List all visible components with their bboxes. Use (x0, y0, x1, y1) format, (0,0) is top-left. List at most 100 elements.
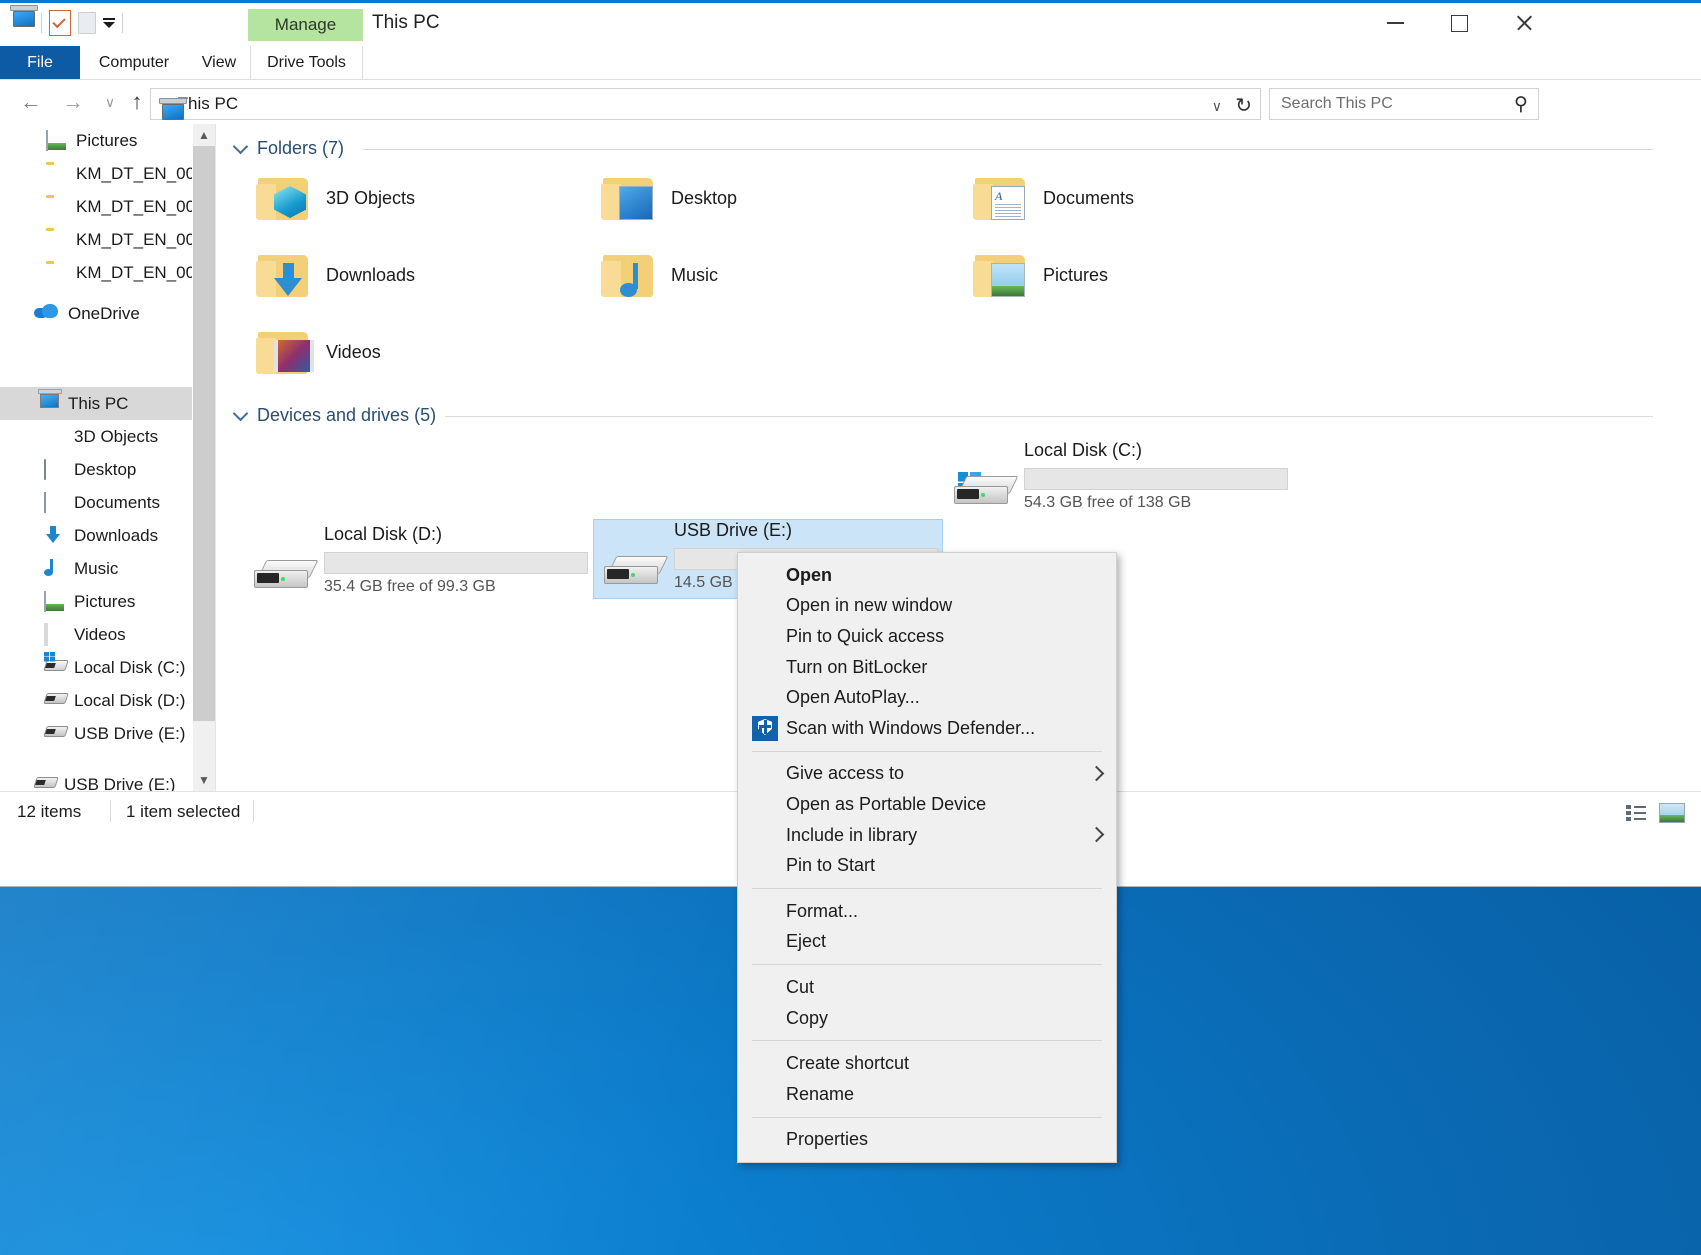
search-input[interactable] (1279, 94, 1488, 114)
menu-item-label: Open AutoPlay... (786, 687, 920, 708)
navigation-pane-scrollbar-thumb[interactable] (193, 146, 215, 721)
sidebar-item-local-disk-c[interactable]: Local Disk (C:) (0, 651, 192, 684)
address-dropdown-icon[interactable]: ∨ (1212, 98, 1222, 115)
maximize-icon (1451, 15, 1468, 32)
search-box[interactable]: ⚲ (1269, 88, 1539, 120)
drive-item-local-disk-c[interactable]: Local Disk (C:) 54.3 GB free of 138 GB (944, 440, 1292, 518)
sidebar-item-music[interactable]: Music (0, 552, 192, 585)
menu-item-label: Turn on BitLocker (786, 657, 927, 678)
menu-separator (752, 751, 1102, 752)
navigation-pane[interactable]: Pictures 📌 KM_DT_EN_0000 KM_DT_EN_0001 K… (0, 124, 192, 791)
this-pc-icon[interactable] (10, 11, 34, 35)
menu-item-format[interactable]: Format... (738, 896, 1116, 927)
tab-drive-tools[interactable]: Drive Tools (250, 46, 363, 79)
scroll-down-arrow-icon[interactable]: ▼ (193, 769, 215, 791)
menu-item-label: Copy (786, 1008, 828, 1029)
menu-item-open-as-portable-device[interactable]: Open as Portable Device (738, 789, 1116, 820)
context-menu[interactable]: Open Open in new window Pin to Quick acc… (737, 552, 1117, 1163)
tab-computer[interactable]: Computer (80, 46, 188, 79)
search-icon[interactable]: ⚲ (1514, 93, 1528, 116)
customize-toolbar-dropdown-icon[interactable] (103, 18, 115, 28)
menu-item-give-access-to[interactable]: Give access to (738, 759, 1116, 790)
menu-item-properties[interactable]: Properties (738, 1125, 1116, 1156)
group-header-label: Devices and drives (5) (257, 405, 436, 426)
videos-icon (44, 625, 66, 645)
breadcrumb-address-field[interactable]: › This PC ∨ ↻ (150, 88, 1261, 120)
menu-item-create-shortcut[interactable]: Create shortcut (738, 1048, 1116, 1079)
forward-button[interactable]: → (58, 88, 88, 116)
scroll-up-arrow-icon[interactable]: ▲ (193, 124, 215, 146)
sidebar-item-downloads[interactable]: Downloads (0, 519, 192, 552)
sidebar-item-km-dt-en-0000[interactable]: KM_DT_EN_0000 (0, 157, 192, 190)
menu-item-pin-to-start[interactable]: Pin to Start (738, 850, 1116, 881)
folder-item-downloads[interactable]: Downloads (256, 243, 556, 307)
sidebar-item-onedrive[interactable]: OneDrive (0, 297, 192, 330)
folder-music-icon (601, 251, 657, 299)
drive-capacity-text: 54.3 GB free of 138 GB (1024, 494, 1191, 512)
folder-item-pictures[interactable]: Pictures (973, 243, 1273, 307)
group-header-folders[interactable]: Folders (7) (235, 137, 344, 159)
back-button[interactable]: ← (16, 88, 46, 116)
menu-item-scan-with-windows-defender[interactable]: Scan with Windows Defender... (738, 713, 1116, 744)
folder-item-music[interactable]: Music (601, 243, 901, 307)
folder-item-documents[interactable]: Documents (973, 166, 1273, 230)
menu-item-eject[interactable]: Eject (738, 927, 1116, 958)
up-button[interactable]: ↑ (122, 88, 152, 116)
refresh-icon[interactable]: ↻ (1235, 93, 1252, 118)
sidebar-item-documents[interactable]: Documents (0, 486, 192, 519)
sidebar-item-videos[interactable]: Videos (0, 618, 192, 651)
properties-checkmark-icon[interactable] (49, 10, 71, 36)
menu-item-pin-to-quick-access[interactable]: Pin to Quick access (738, 621, 1116, 652)
breadcrumb-current-path[interactable]: This PC (178, 94, 238, 114)
menu-item-label: Open as Portable Device (786, 794, 986, 815)
window-title: This PC (372, 12, 440, 34)
tab-file[interactable]: File (0, 46, 80, 79)
drive-capacity-bar (324, 552, 588, 574)
folder-item-videos[interactable]: Videos (256, 320, 556, 384)
minimize-icon (1387, 22, 1404, 24)
status-divider-2 (253, 800, 254, 822)
sidebar-item-this-pc[interactable]: This PC (0, 387, 192, 420)
sidebar-item-label: KM_DT_EN_0001 (76, 197, 192, 217)
menu-item-copy[interactable]: Copy (738, 1003, 1116, 1034)
large-icons-view-button[interactable] (1656, 798, 1688, 828)
sidebar-item-usb-drive-e-root[interactable]: USB Drive (E:) (0, 768, 192, 791)
details-view-button[interactable] (1620, 798, 1652, 828)
group-header-devices-and-drives[interactable]: Devices and drives (5) (235, 404, 436, 426)
windows-drive-icon (954, 468, 1016, 508)
folder-item-3d-objects[interactable]: 3D Objects (256, 166, 556, 230)
close-button[interactable] (1494, 3, 1554, 43)
menu-item-turn-on-bitlocker[interactable]: Turn on BitLocker (738, 652, 1116, 683)
menu-item-label: Properties (786, 1129, 868, 1150)
back-arrow-icon: ← (20, 89, 42, 115)
sidebar-item-3d-objects[interactable]: 3D Objects (0, 420, 192, 453)
sidebar-item-km-dt-en-0003[interactable]: KM_DT_EN_0003 (0, 256, 192, 289)
sidebar-item-usb-drive-e[interactable]: USB Drive (E:) (0, 717, 192, 750)
folder-item-label: Documents (1043, 188, 1134, 209)
recent-locations-button[interactable]: ∨ (95, 88, 125, 116)
new-folder-icon[interactable] (78, 12, 96, 34)
menu-item-open-in-new-window[interactable]: Open in new window (738, 591, 1116, 622)
menu-item-open-autoplay[interactable]: Open AutoPlay... (738, 682, 1116, 713)
sidebar-item-desktop[interactable]: Desktop (0, 453, 192, 486)
sidebar-item-km-dt-en-0002[interactable]: KM_DT_EN_0002 (0, 223, 192, 256)
sidebar-item-km-dt-en-0001[interactable]: KM_DT_EN_0001 (0, 190, 192, 223)
sidebar-item-pictures[interactable]: Pictures (0, 585, 192, 618)
sidebar-item-label: OneDrive (68, 304, 140, 324)
group-header-rule (363, 149, 1653, 150)
menu-item-open[interactable]: Open (738, 560, 1116, 591)
maximize-button[interactable] (1429, 3, 1489, 43)
menu-item-rename[interactable]: Rename (738, 1079, 1116, 1110)
status-item-count: 12 items (17, 802, 81, 822)
3d-objects-icon (44, 427, 66, 447)
drive-item-local-disk-d[interactable]: Local Disk (D:) 35.4 GB free of 99.3 GB (244, 524, 592, 602)
menu-item-cut[interactable]: Cut (738, 972, 1116, 1003)
sidebar-item-pictures-quick[interactable]: Pictures 📌 (0, 124, 192, 157)
sidebar-item-local-disk-d[interactable]: Local Disk (D:) (0, 684, 192, 717)
minimize-button[interactable] (1365, 3, 1425, 43)
music-icon (44, 559, 66, 579)
tab-view[interactable]: View (188, 46, 250, 79)
manage-contextual-tab[interactable]: Manage (248, 9, 363, 41)
folder-item-desktop[interactable]: Desktop (601, 166, 901, 230)
menu-item-include-in-library[interactable]: Include in library (738, 820, 1116, 851)
